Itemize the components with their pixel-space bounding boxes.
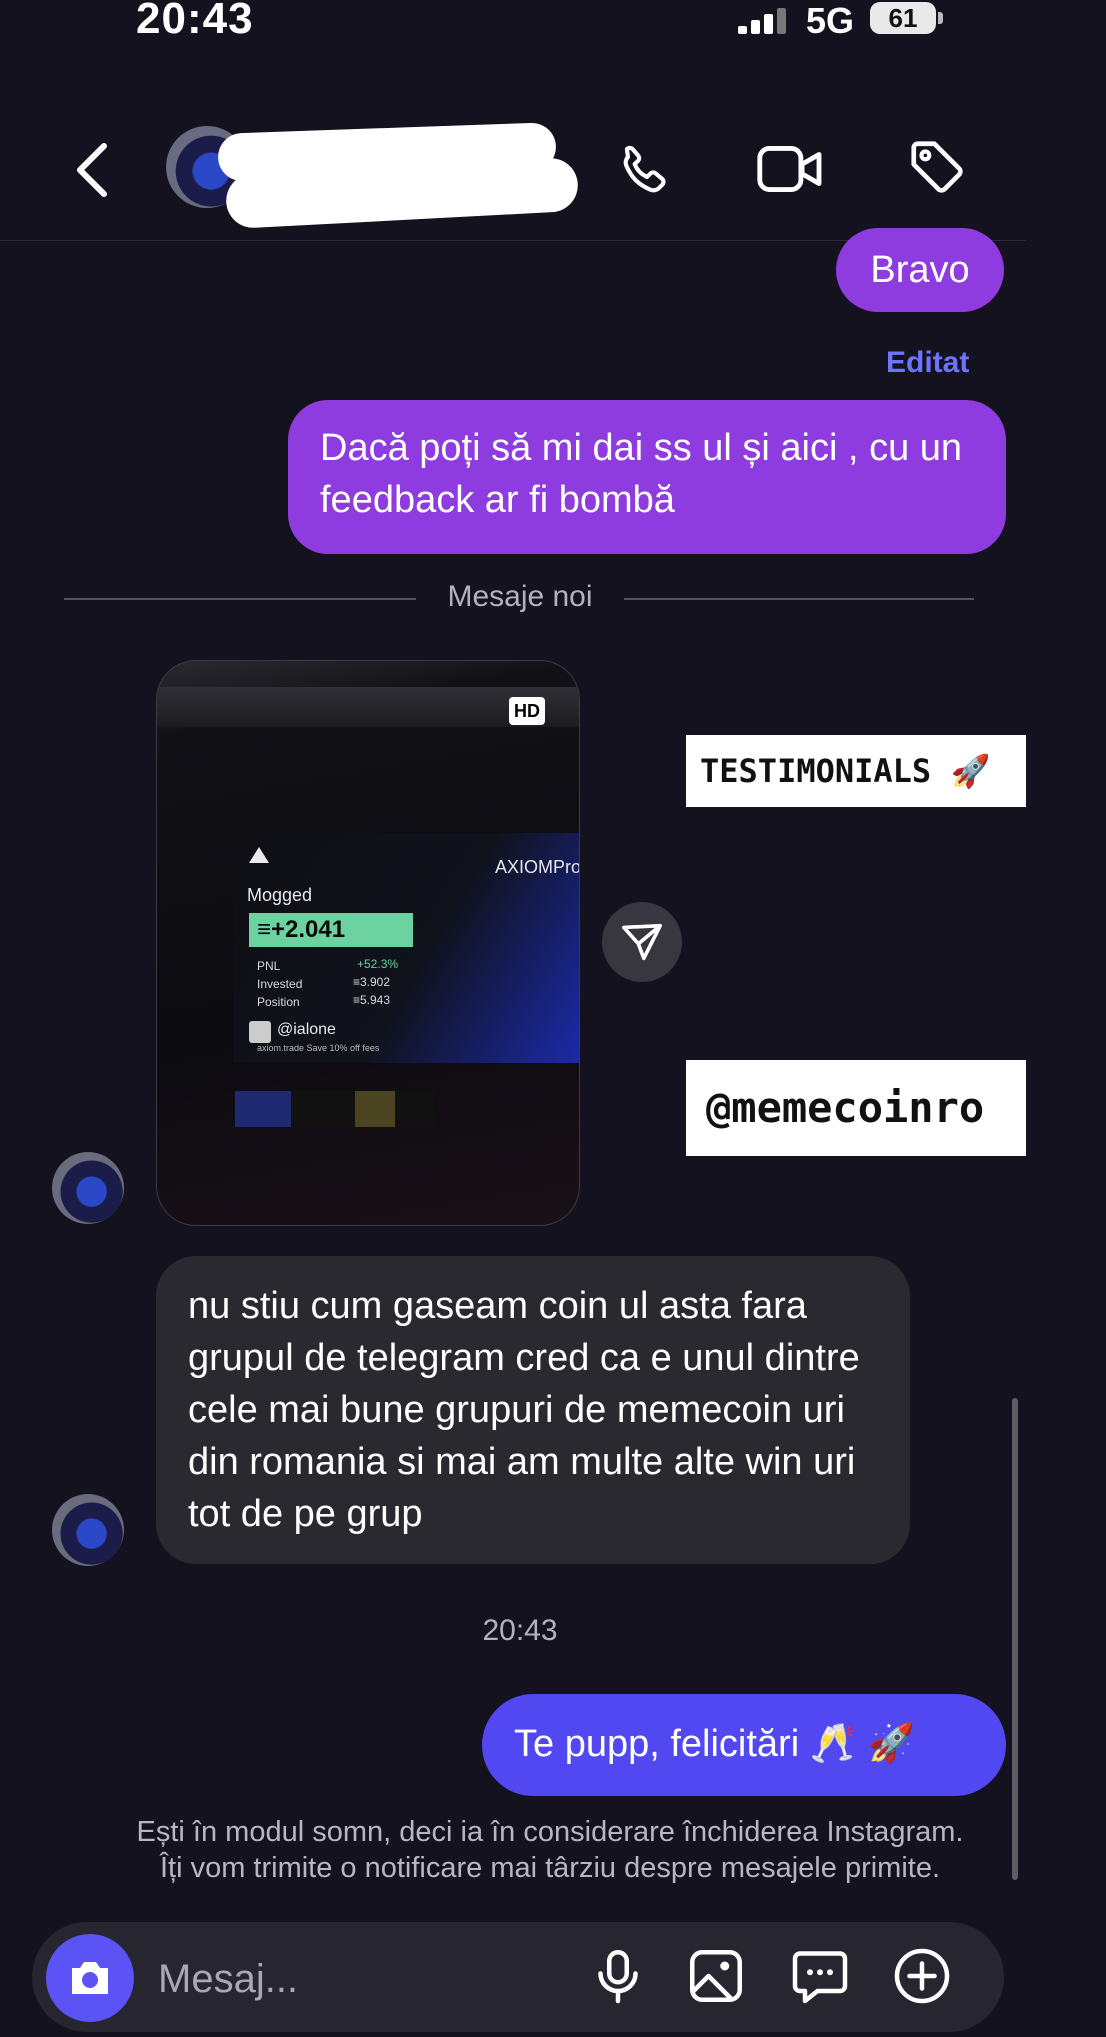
divider	[624, 598, 974, 600]
message-outgoing[interactable]: Te pupp, felicitări 🥂 🚀	[482, 1694, 1006, 1796]
tag-icon[interactable]	[906, 136, 968, 198]
phone-icon[interactable]	[614, 140, 676, 202]
message-text: Dacă poți să mi dai ss ul și aici , cu u…	[320, 427, 963, 521]
card-row-value: ≡5.943	[353, 993, 391, 1007]
scrollbar[interactable]	[1012, 1398, 1018, 1880]
message-incoming[interactable]: nu stiu cum gaseam coin ul asta fara gru…	[156, 1256, 910, 1564]
right-edge	[1026, 0, 1106, 2037]
message-outgoing[interactable]: Dacă poți să mi dai ss ul și aici , cu u…	[288, 400, 1006, 554]
video-call-icon[interactable]	[756, 140, 824, 198]
new-messages-divider-label: Mesaje noi	[447, 580, 593, 613]
card-user-avatar	[249, 1021, 271, 1043]
timestamp: 20:43	[482, 1614, 558, 1647]
back-icon[interactable]	[70, 140, 114, 200]
gallery-icon[interactable]	[686, 1946, 746, 2006]
camera-button[interactable]	[46, 1934, 134, 2022]
status-time: 20:43	[136, 0, 254, 43]
card-user: @ialone	[277, 1021, 336, 1038]
handle-sticker: @memecoinro	[686, 1060, 1070, 1156]
edited-label[interactable]: Editat	[886, 346, 969, 380]
battery-indicator: 61	[870, 2, 936, 34]
card-pnl-value: ≡+2.041	[249, 913, 413, 947]
share-button[interactable]	[602, 902, 682, 982]
message-outgoing[interactable]: Bravo	[836, 228, 1004, 312]
card-subtext: axiom.trade Save 10% off fees	[257, 1043, 380, 1053]
photo-message[interactable]: HD AXIOMPro Mogged ≡+2.041 PNL +52.3% In…	[156, 660, 580, 1226]
network-label: 5G	[806, 0, 855, 41]
sleep-note-line: Ești în modul somn, deci ia în considera…	[136, 1816, 964, 1848]
sticker-icon[interactable]	[790, 1946, 850, 2006]
testimonials-sticker: TESTIMONIALS 🚀	[686, 735, 1064, 807]
sleep-note-line: Îți vom trimite o notificare mai târziu …	[159, 1852, 941, 1884]
card-row-value: +52.3%	[357, 957, 399, 971]
card-brand: AXIOMPro	[495, 857, 580, 877]
axiom-logo-icon	[249, 847, 269, 863]
card-row-label: Invested	[257, 977, 303, 991]
send-icon	[621, 923, 662, 961]
microphone-icon[interactable]	[588, 1946, 648, 2006]
sender-avatar[interactable]	[52, 1494, 124, 1566]
card-title: Mogged	[247, 885, 313, 905]
camera-icon	[72, 1962, 108, 1994]
sleep-mode-notice: Ești în modul somn, deci ia în considera…	[40, 1814, 1060, 1886]
thumbnail-strip	[235, 1091, 435, 1127]
message-text: nu stiu cum gaseam coin ul asta fara gru…	[188, 1285, 860, 1535]
hd-badge: HD	[509, 697, 545, 725]
divider	[64, 598, 416, 600]
card-row-label: PNL	[257, 959, 281, 973]
sender-avatar[interactable]	[52, 1152, 124, 1224]
battery-nub	[938, 12, 943, 24]
signal-icon	[738, 8, 786, 34]
plus-icon[interactable]	[892, 1946, 952, 2006]
message-input[interactable]	[156, 1952, 560, 2006]
message-text: Bravo	[870, 249, 970, 291]
card-row-label: Position	[257, 995, 300, 1009]
message-text: Te pupp, felicitări 🥂 🚀	[514, 1723, 915, 1765]
card-row-value: ≡3.902	[353, 975, 391, 989]
